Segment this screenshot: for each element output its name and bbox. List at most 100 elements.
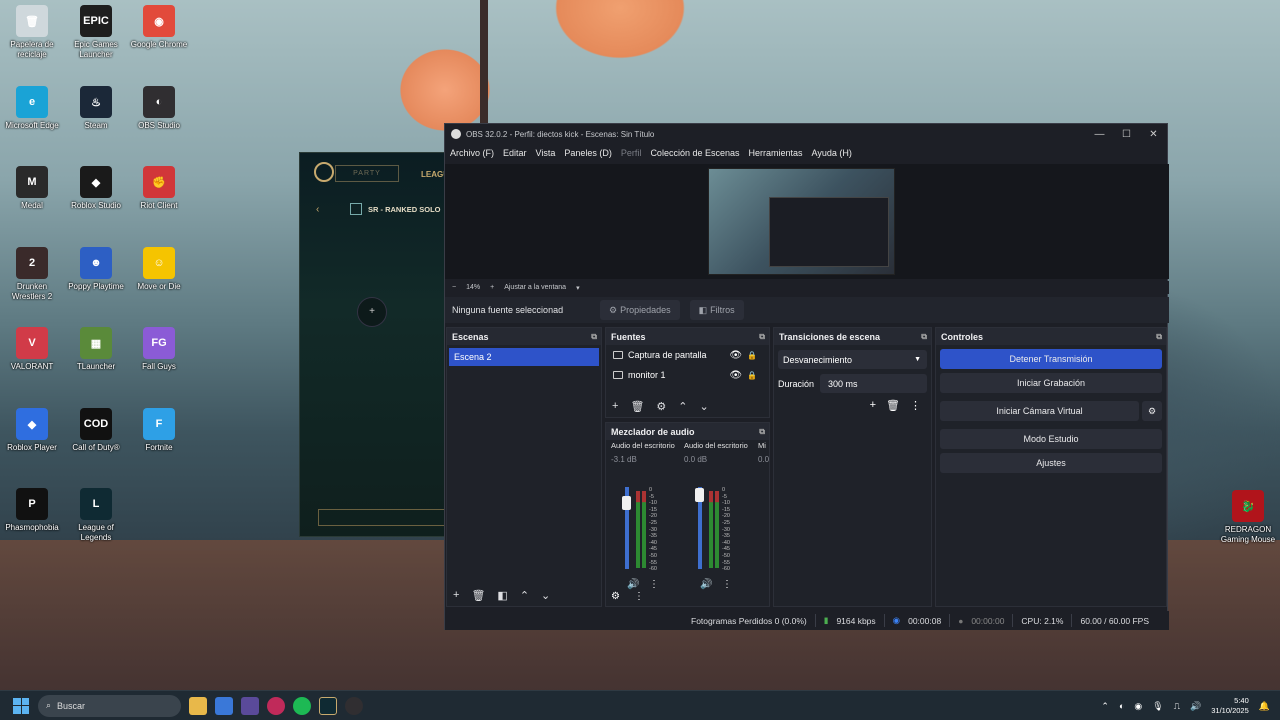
desktop-icon[interactable]: ▦ TLauncher (65, 327, 127, 372)
desktop-icon[interactable]: ◆ Roblox Player (1, 408, 63, 453)
desktop-icon[interactable]: ◉ Google Chrome (128, 5, 190, 50)
desktop-icon[interactable]: e Microsoft Edge (1, 86, 63, 131)
desktop-icon[interactable]: ◐ OBS Studio (128, 86, 190, 131)
preview-canvas[interactable] (445, 164, 1169, 279)
zoom-out-button[interactable]: − (452, 284, 456, 291)
move-up-button[interactable]: ⌃ (520, 589, 529, 602)
scene-item[interactable]: Escena 2 (449, 348, 599, 366)
undock-icon[interactable]: ⧉ (921, 332, 927, 342)
desktop-icon[interactable]: FG Fall Guys (128, 327, 190, 372)
duration-input[interactable]: 300 ms (820, 374, 927, 393)
scene-filters-button[interactable]: ◧ (497, 589, 507, 602)
studio-mode-button[interactable]: Modo Estudio (940, 429, 1162, 449)
league-taskbar-icon[interactable] (319, 696, 337, 715)
properties-button[interactable]: ⚙ Propiedades (600, 300, 680, 320)
obs-taskbar-icon[interactable] (345, 696, 363, 715)
speaker-icon[interactable]: 🔊 (700, 579, 712, 590)
undock-icon[interactable]: ⧉ (591, 332, 597, 342)
maximize-button[interactable]: ☐ (1113, 129, 1140, 140)
transition-more-button[interactable]: ⋮ (910, 399, 921, 412)
menu-paneles[interactable]: Paneles (D) (564, 148, 612, 158)
virtual-cam-settings-icon[interactable]: ⚙ (1142, 401, 1162, 421)
app-icon[interactable] (241, 696, 259, 715)
clock[interactable]: 5:40 31/10/2025 (1211, 696, 1249, 716)
desktop-icon[interactable]: ♨ Steam (65, 86, 127, 131)
menu-ayuda[interactable]: Ayuda (H) (812, 148, 852, 158)
zoom-fit-select[interactable]: Ajustar a la ventana (504, 284, 566, 291)
mic-icon[interactable]: 🎙 (1152, 701, 1163, 712)
spotify-icon[interactable] (293, 696, 311, 715)
store-icon[interactable] (215, 696, 233, 715)
desktop-icon[interactable]: P Phasmophobia (1, 488, 63, 533)
settings-button[interactable]: Ajustes (940, 453, 1162, 473)
remove-scene-button[interactable]: 🗑 (471, 589, 485, 602)
obs-titlebar[interactable]: OBS 32.0.2 - Perfil: diectos kick - Esce… (445, 124, 1167, 144)
menu-vista[interactable]: Vista (536, 148, 556, 158)
speaker-icon[interactable]: 🔊 (627, 579, 639, 590)
filters-button[interactable]: ◧ Filtros (689, 300, 744, 320)
notification-icon[interactable]: 🔔 (1259, 701, 1270, 712)
desktop-icon[interactable]: M Medal (1, 166, 63, 211)
more-icon[interactable]: ⋮ (649, 579, 659, 590)
menu-perfil[interactable]: Perfil (621, 148, 642, 158)
remove-source-button[interactable]: 🗑 (630, 400, 644, 413)
add-source-button[interactable]: + (612, 400, 618, 413)
lock-icon[interactable]: 🔒 (747, 371, 757, 380)
desktop-icon[interactable]: ☻ Poppy Playtime (65, 247, 127, 292)
more-icon[interactable]: ⋮ (722, 579, 732, 590)
windows-start-icon[interactable] (13, 697, 29, 714)
remove-transition-button[interactable]: 🗑 (886, 399, 900, 412)
source-settings-button[interactable]: ⚙ (656, 400, 666, 413)
source-row[interactable]: monitor 1 👁 🔒 (606, 365, 769, 385)
desktop-icon[interactable]: ✊ Riot Client (128, 166, 190, 211)
tray-app-icon[interactable]: ◐ (1119, 701, 1124, 711)
zoom-in-button[interactable]: + (490, 284, 494, 291)
transition-select[interactable]: Desvanecimiento ▼ (778, 350, 927, 369)
chevron-up-icon[interactable]: ⌃ (1101, 701, 1109, 712)
file-explorer-icon[interactable] (189, 696, 207, 715)
source-row[interactable]: Captura de pantalla 👁 🔒 (606, 345, 769, 365)
eye-icon[interactable]: 👁 (729, 370, 742, 381)
eye-icon[interactable]: 👁 (729, 350, 742, 361)
mixer-more-icon[interactable]: ⋮ (634, 591, 644, 602)
menu-editar[interactable]: Editar (503, 148, 527, 158)
fader-handle[interactable] (622, 496, 631, 510)
desktop-icon[interactable]: EPIC Epic Games Launcher (65, 5, 127, 60)
start-recording-button[interactable]: Iniciar Grabación (940, 373, 1162, 393)
invite-plus-button[interactable]: + (357, 297, 387, 327)
fader-handle[interactable] (695, 488, 704, 502)
undock-icon[interactable]: ⧉ (1156, 332, 1162, 342)
back-chevron-icon[interactable]: ‹ (316, 204, 319, 215)
add-scene-button[interactable]: + (453, 589, 459, 602)
desktop-icon[interactable]: F Fortnite (128, 408, 190, 453)
minimize-button[interactable]: — (1086, 129, 1113, 140)
chat-bar[interactable] (318, 509, 448, 526)
tray-app-icon[interactable]: ◉ (1134, 701, 1142, 712)
chevron-down-icon[interactable]: ▾ (576, 284, 580, 292)
add-transition-button[interactable]: + (870, 399, 876, 412)
party-button[interactable]: PARTY (335, 165, 399, 182)
menu-archivo[interactable]: Archivo (F) (450, 148, 494, 158)
move-down-button[interactable]: ⌄ (700, 400, 709, 413)
menu-herramientas[interactable]: Herramientas (749, 148, 803, 158)
network-icon[interactable]: ⎍ (1174, 701, 1180, 712)
menu-coleccion[interactable]: Colección de Escenas (650, 148, 739, 158)
lock-icon[interactable]: 🔒 (747, 351, 757, 360)
desktop-icon[interactable]: COD Call of Duty® (65, 408, 127, 453)
desktop-icon[interactable]: 2 Drunken Wrestlers 2 (1, 247, 63, 302)
volume-icon[interactable]: 🔊 (1190, 701, 1201, 712)
desktop-icon[interactable]: 🐉 REDRAGON Gaming Mouse (1217, 490, 1279, 545)
undock-icon[interactable]: ⧉ (759, 427, 765, 437)
desktop-icon[interactable]: ◆ Roblox Studio (65, 166, 127, 211)
obs-window[interactable]: OBS 32.0.2 - Perfil: diectos kick - Esce… (444, 123, 1169, 630)
move-up-button[interactable]: ⌃ (678, 400, 687, 413)
desktop-icon[interactable]: L League of Legends (65, 488, 127, 543)
undock-icon[interactable]: ⧉ (759, 332, 765, 342)
app-icon[interactable] (267, 696, 285, 715)
start-virtual-cam-button[interactable]: Iniciar Cámara Virtual (940, 401, 1139, 421)
desktop-icon[interactable]: ☺ Move or Die (128, 247, 190, 292)
move-down-button[interactable]: ⌄ (541, 589, 550, 602)
mixer-settings-icon[interactable]: ⚙ (611, 591, 620, 602)
stop-stream-button[interactable]: Detener Transmisión (940, 349, 1162, 369)
desktop-icon[interactable]: 🗑 Papelera de reciclaje (1, 5, 63, 60)
